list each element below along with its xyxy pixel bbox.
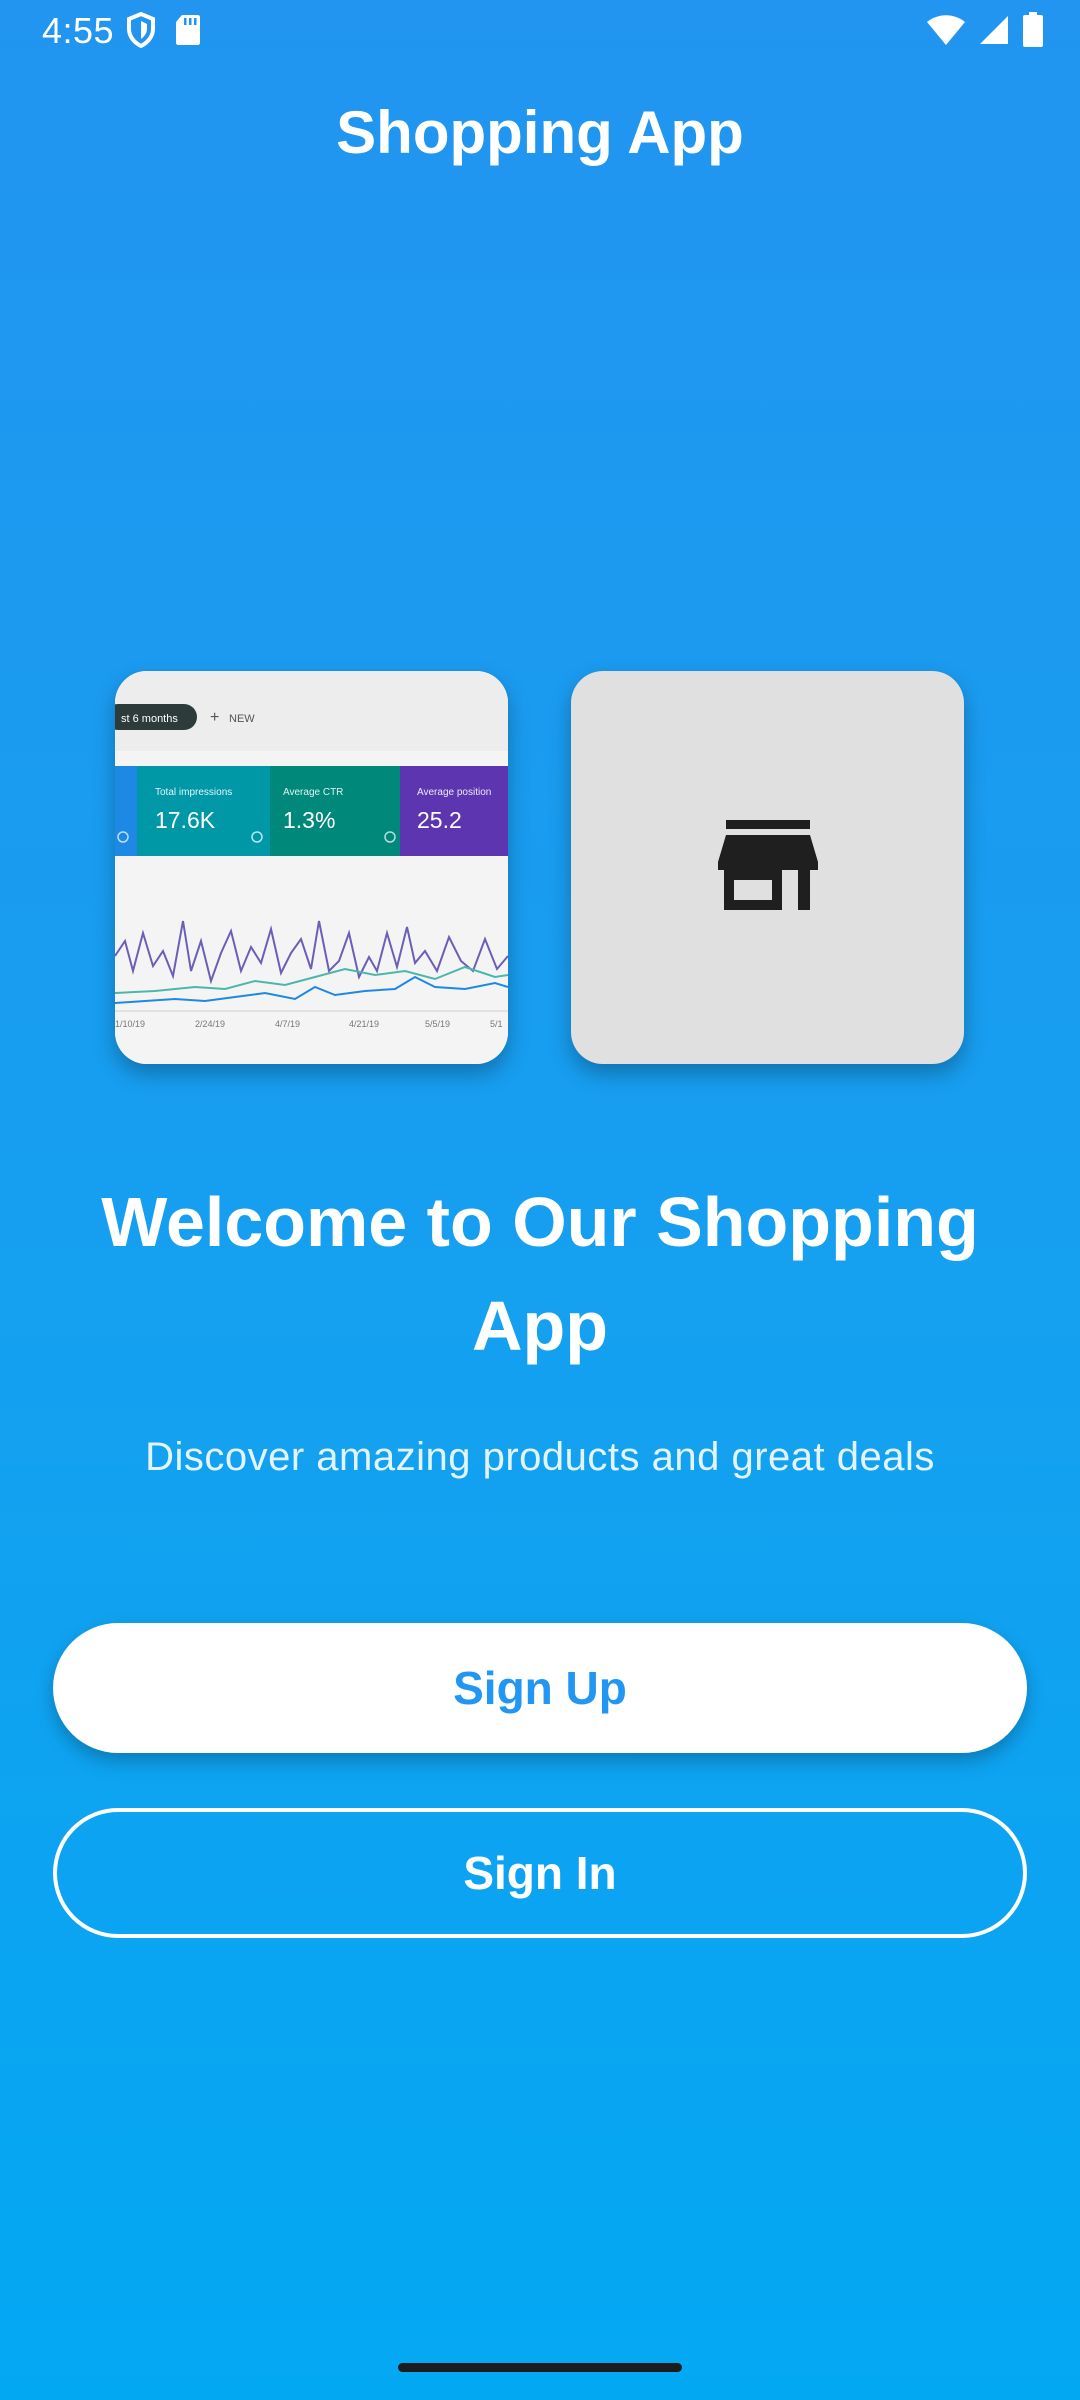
x-tick: 5/1 <box>490 1019 503 1029</box>
status-right-icons <box>926 12 1044 53</box>
metric-value: 17.6K <box>155 807 216 833</box>
sd-card-icon <box>174 13 202 52</box>
svg-text:+: + <box>210 709 219 726</box>
x-tick: 4/21/19 <box>349 1019 379 1029</box>
x-tick: 4/7/19 <box>275 1019 300 1029</box>
sign-up-button[interactable]: Sign Up <box>53 1623 1027 1753</box>
x-tick: 2/24/19 <box>195 1019 225 1029</box>
analytics-image: st 6 months + NEW Total impressions 17.6… <box>115 671 508 1064</box>
store-icon <box>717 820 818 915</box>
metric-value: 25.2 <box>417 807 462 833</box>
welcome-subtitle: Discover amazing products and great deal… <box>145 1435 935 1479</box>
new-label: NEW <box>229 713 255 725</box>
status-bar: 4:55 <box>0 0 1080 64</box>
status-time: 4:55 <box>42 10 115 51</box>
chip-label: st 6 months <box>121 713 178 725</box>
welcome-title: Welcome to Our Shopping App <box>101 1183 979 1365</box>
sign-in-button[interactable]: Sign In <box>53 1808 1027 1938</box>
wifi-icon <box>926 14 966 51</box>
store-card <box>571 671 964 1064</box>
app-bar-title: Shopping App <box>336 99 744 166</box>
shield-icon <box>126 11 156 53</box>
x-tick: 1/10/19 <box>115 1019 145 1029</box>
metric-label: Average position <box>417 787 491 798</box>
metric-value: 1.3% <box>283 807 335 833</box>
metric-label: Average CTR <box>283 787 343 798</box>
home-indicator[interactable] <box>398 2363 682 2372</box>
analytics-image-card: st 6 months + NEW Total impressions 17.6… <box>115 671 508 1064</box>
status-left-icons <box>126 11 202 53</box>
cellular-signal-icon <box>978 14 1010 51</box>
battery-icon <box>1022 12 1044 53</box>
x-tick: 5/5/19 <box>425 1019 450 1029</box>
metric-label: Total impressions <box>155 787 232 798</box>
